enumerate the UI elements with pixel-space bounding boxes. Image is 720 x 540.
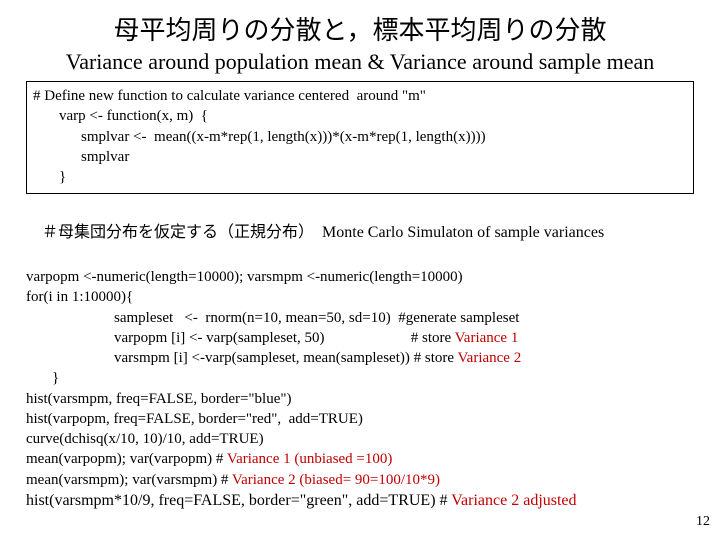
code-line: sampleset <- rnorm(n=10, mean=50, sd=10)… [26, 308, 694, 328]
variance-2-comment: Variance 2 (biased= 90=100/10*9) [232, 472, 440, 488]
code-line: varp <- function(x, m) { [33, 106, 687, 126]
subtitle-jp: ＃母集団分布を仮定する（正規分布） [42, 224, 314, 241]
code-block-2: ＃母集団分布を仮定する（正規分布） Monte Carlo Simulaton … [26, 200, 694, 490]
code-line: mean(varsmpm); var(varsmpm) # Variance 2… [26, 470, 694, 490]
variance-2-adjusted: Variance 2 adjusted [451, 492, 576, 509]
code-line: for(i in 1:10000){ [26, 287, 694, 307]
code-block-1: # Define new function to calculate varia… [26, 81, 694, 194]
variance-1-label: Variance 1 [455, 330, 519, 346]
code-line: } [33, 167, 687, 187]
title-japanese: 母平均周りの分散と，標本平均周りの分散 [18, 10, 702, 47]
variance-1-comment: Variance 1 (unbiased =100) [227, 451, 392, 467]
variance-2-label: Variance 2 [458, 350, 522, 366]
code-line: smplvar [33, 147, 687, 167]
title-english: Variance around population mean & Varian… [18, 49, 702, 75]
code-line: curve(dchisq(x/10, 10)/10, add=TRUE) [26, 429, 694, 449]
subtitle: ＃母集団分布を仮定する（正規分布） Monte Carlo Simulaton … [26, 200, 694, 265]
code-line: # Define new function to calculate varia… [33, 86, 687, 106]
page-number: 12 [696, 514, 710, 530]
code-line: varsmpm [i] <-varp(sampleset, mean(sampl… [26, 348, 694, 368]
code-line: mean(varpopm); var(varpopm) # Variance 1… [26, 449, 694, 469]
code-line: } [26, 368, 694, 388]
code-line: varpopm <-numeric(length=10000); varsmpm… [26, 267, 694, 287]
code-line: varpopm [i] <- varp(sampleset, 50) # sto… [26, 328, 694, 348]
subtitle-en: Monte Carlo Simulaton of sample variance… [314, 224, 604, 241]
bottom-line: hist(varsmpm*10/9, freq=FALSE, border="g… [26, 492, 694, 510]
code-line: hist(varsmpm, freq=FALSE, border="blue") [26, 389, 694, 409]
code-line: smplvar <- mean((x-m*rep(1, length(x)))*… [33, 127, 687, 147]
code-line: hist(varpopm, freq=FALSE, border="red", … [26, 409, 694, 429]
